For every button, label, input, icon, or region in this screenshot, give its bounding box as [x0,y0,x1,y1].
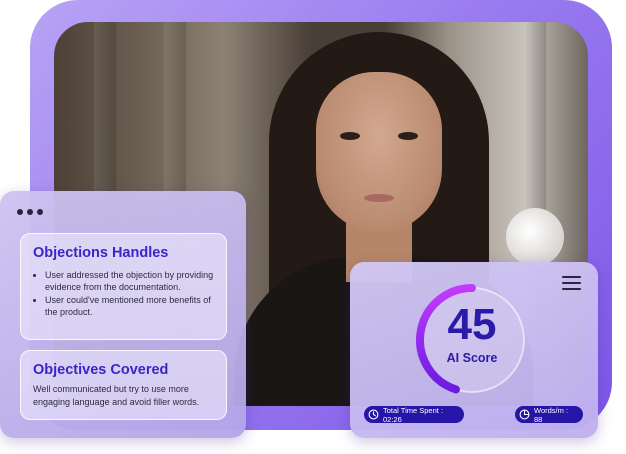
objections-list: User addressed the objection by providin… [33,269,225,319]
words-per-minute-badge: Words/m : 88 [515,405,583,424]
objections-panel: Objections Handles User addressed the ob… [20,233,227,340]
background-lamp [506,208,564,266]
menu-line [562,288,581,290]
person-face [316,72,442,232]
hamburger-menu-icon[interactable] [562,276,581,290]
person-mouth [364,194,394,202]
ai-score-value: 45 [447,300,497,349]
time-spent-badge: Total Time Spent : 02:26 [364,405,464,424]
menu-line [562,276,581,278]
objectives-text: Well communicated but try to use more en… [33,384,200,407]
person-eye [398,132,418,140]
objectives-title: Objectives Covered [33,362,169,378]
clock-icon [368,409,379,420]
dot [37,209,43,215]
more-dots-icon[interactable] [17,209,43,215]
objections-title: Objections Handles [33,245,169,261]
pie-chart-icon [519,409,530,420]
words-per-minute-text: Words/m : 88 [534,405,569,424]
time-spent-text: Total Time Spent : 02:26 [383,405,444,424]
dot [27,209,33,215]
ai-score-label: AI Score [446,351,498,365]
dot [17,209,23,215]
menu-line [562,282,581,284]
list-item: User addressed the objection by providin… [45,269,225,293]
objectives-panel: Objectives Covered Well communicated but… [20,350,227,420]
list-item: User could've mentioned more benefits of… [45,294,225,318]
person-eye [340,132,360,140]
